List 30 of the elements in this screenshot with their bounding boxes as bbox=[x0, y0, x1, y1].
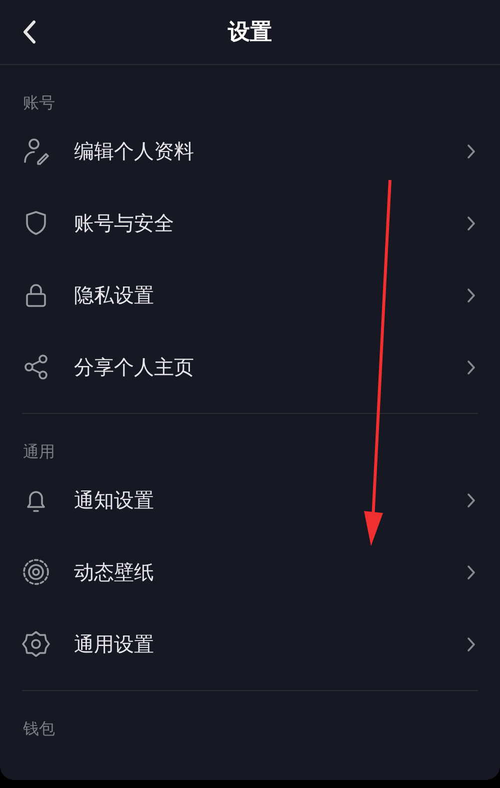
settings-item[interactable]: 通知设置 bbox=[0, 464, 500, 536]
settings-item[interactable]: 通用设置 bbox=[0, 608, 500, 680]
settings-item[interactable]: 分享个人主页 bbox=[0, 331, 500, 403]
settings-item[interactable]: 动态壁纸 bbox=[0, 536, 500, 608]
item-label: 账号与安全 bbox=[74, 210, 175, 236]
section-label: 钱包 bbox=[22, 718, 56, 740]
chevron-icon bbox=[467, 144, 476, 158]
chevron-icon bbox=[467, 288, 476, 302]
back-icon bbox=[22, 20, 36, 44]
item-label: 隐私设置 bbox=[74, 282, 155, 308]
chevron-icon bbox=[467, 636, 476, 652]
item-label: 分享个人主页 bbox=[74, 354, 195, 380]
chevron-icon bbox=[467, 564, 476, 580]
settings-item[interactable]: 账号与安全 bbox=[0, 187, 500, 259]
section-label: 账号 bbox=[22, 92, 56, 114]
dashed-circle-icon bbox=[22, 558, 50, 586]
item-label: 通知设置 bbox=[74, 486, 155, 514]
chevron-icon bbox=[467, 216, 476, 230]
item-label: 通用设置 bbox=[74, 630, 155, 658]
chevron-icon bbox=[467, 492, 476, 508]
share-icon bbox=[22, 353, 50, 381]
section-label: 通用 bbox=[22, 441, 56, 463]
gear-icon bbox=[22, 630, 50, 658]
person-edit-icon bbox=[22, 137, 50, 165]
settings-item[interactable]: 编辑个人资料 bbox=[0, 115, 500, 187]
page-title: 设置 bbox=[228, 19, 272, 47]
settings-item[interactable]: 隐私设置 bbox=[0, 259, 500, 331]
item-label: 动态壁纸 bbox=[74, 558, 155, 586]
chevron-icon bbox=[467, 360, 476, 374]
item-label: 编辑个人资料 bbox=[74, 138, 195, 164]
